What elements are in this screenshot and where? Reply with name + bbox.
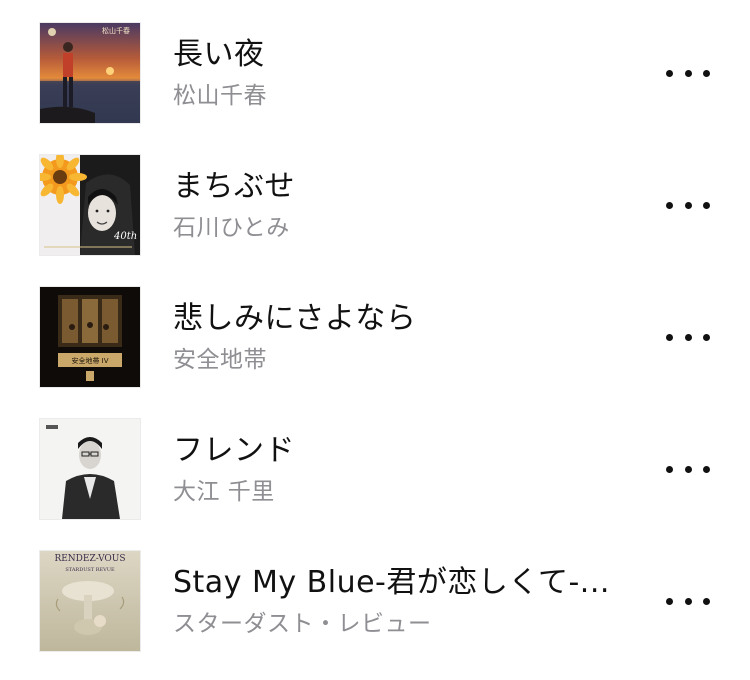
album-artwork[interactable]: RENDEZ-VOUS STARDUST REVUE xyxy=(40,551,140,651)
album-artwork-dark-room-icon: 安全地帯 IV xyxy=(40,287,140,387)
song-artist: 石川ひとみ xyxy=(173,215,290,241)
song-row[interactable]: フレンド 大江 千里 xyxy=(0,402,750,534)
song-title: 悲しみにさよなら xyxy=(173,301,417,336)
artwork-caption: 安全地帯 IV xyxy=(71,356,108,365)
artwork-subcaption: STARDUST REVUE xyxy=(65,567,115,573)
song-title: フレンド xyxy=(173,433,295,468)
album-artwork-flower-portrait-icon: 40th xyxy=(40,155,140,255)
more-options-button[interactable] xyxy=(664,454,712,484)
more-options-button[interactable] xyxy=(664,586,712,616)
more-options-button[interactable] xyxy=(664,58,712,88)
album-artwork[interactable]: 安全地帯 IV xyxy=(40,287,140,387)
ellipsis-icon xyxy=(666,465,673,473)
song-artist: 松山千春 xyxy=(173,83,267,109)
song-row[interactable]: 松山千春 長い夜 松山千春 xyxy=(0,6,750,138)
album-artwork-bw-portrait-icon xyxy=(40,419,140,519)
ellipsis-icon xyxy=(666,69,673,77)
ellipsis-icon xyxy=(666,201,673,209)
artwork-caption: 40th xyxy=(113,231,137,242)
song-row[interactable]: RENDEZ-VOUS STARDUST REVUE Stay My Blue-… xyxy=(0,534,750,666)
artwork-caption: 松山千春 xyxy=(102,26,130,35)
song-row[interactable]: 安全地帯 IV 悲しみにさよなら 安全地帯 xyxy=(0,270,750,402)
album-artwork-rendez-vous-icon: RENDEZ-VOUS STARDUST REVUE xyxy=(40,551,140,651)
ellipsis-icon xyxy=(666,333,673,341)
song-title: Stay My Blue-君が恋しくて-... xyxy=(173,565,610,600)
song-row[interactable]: 40th まちぶせ 石川ひとみ xyxy=(0,138,750,270)
song-title: 長い夜 xyxy=(173,37,265,72)
more-options-button[interactable] xyxy=(664,190,712,220)
song-artist: 安全地帯 xyxy=(173,347,267,373)
song-artist: 大江 千里 xyxy=(173,479,275,505)
song-title: まちぶせ xyxy=(173,169,295,204)
song-artist: スターダスト・レビュー xyxy=(173,611,432,637)
album-artwork[interactable] xyxy=(40,419,140,519)
song-list: 松山千春 長い夜 松山千春 40th まちぶせ 石川ひとみ 安全地帯 IV 悲し… xyxy=(0,0,750,680)
ellipsis-icon xyxy=(666,597,673,605)
more-options-button[interactable] xyxy=(664,322,712,352)
artwork-caption: RENDEZ-VOUS xyxy=(54,554,125,564)
album-artwork-sunset-man-icon: 松山千春 xyxy=(40,23,140,123)
album-artwork[interactable]: 松山千春 xyxy=(40,23,140,123)
album-artwork[interactable]: 40th xyxy=(40,155,140,255)
